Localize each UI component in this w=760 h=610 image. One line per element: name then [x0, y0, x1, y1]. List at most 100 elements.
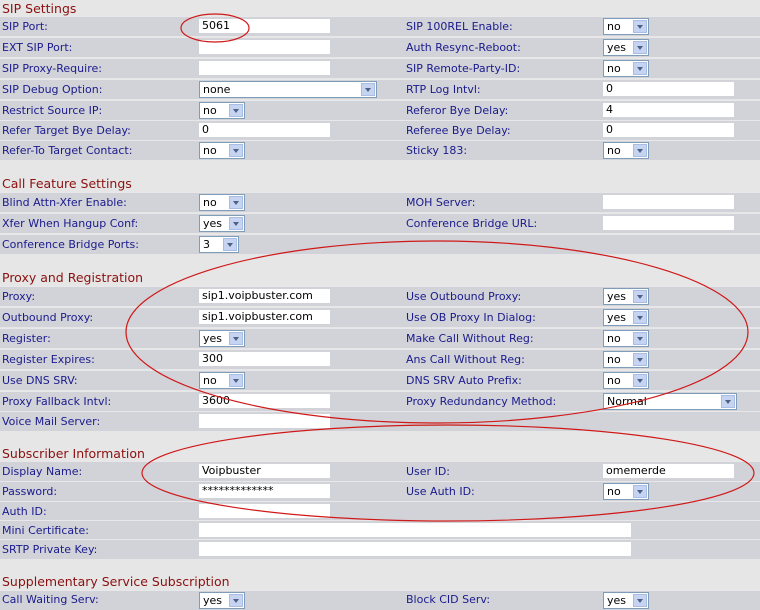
rtp-log-label: RTP Log Intvl:: [406, 83, 481, 96]
ans-without-reg-select[interactable]: no: [603, 351, 649, 368]
row-proxy-require: SIP Proxy-Require: SIP Remote-Party-ID: …: [0, 58, 760, 78]
dns-prefix-select[interactable]: no: [603, 372, 649, 389]
row-auth-id: Auth ID:: [0, 501, 760, 521]
ans-without-reg-value: no: [607, 353, 621, 366]
row-debug-option: SIP Debug Option: none RTP Log Intvl: 0: [0, 79, 760, 99]
referee-bye-label: Referee Bye Delay:: [406, 124, 511, 137]
chevron-down-icon: [633, 485, 647, 498]
chevron-down-icon: [633, 144, 647, 157]
auth-id-label: Auth ID:: [2, 505, 47, 518]
chevron-down-icon: [223, 238, 237, 251]
redundancy-value: Normal: [607, 395, 647, 408]
debug-option-select[interactable]: none: [199, 81, 377, 98]
password-input[interactable]: *************: [199, 484, 330, 498]
chevron-down-icon: [721, 395, 735, 408]
row-conf-ports: Conference Bridge Ports: 3: [0, 234, 760, 254]
chevron-down-icon: [633, 332, 647, 345]
mini-cert-input[interactable]: [199, 523, 631, 537]
blind-xfer-label: Blind Attn-Xfer Enable:: [2, 196, 127, 209]
use-outbound-value: yes: [607, 290, 627, 303]
referor-bye-label: Referor Bye Delay:: [406, 104, 509, 117]
dns-prefix-value: no: [607, 374, 621, 387]
chevron-down-icon: [633, 374, 647, 387]
sticky-183-value: no: [607, 144, 621, 157]
blind-xfer-value: no: [203, 196, 217, 209]
use-outbound-select[interactable]: yes: [603, 288, 649, 305]
use-ob-dialog-select[interactable]: yes: [603, 309, 649, 326]
sip-100rel-select[interactable]: no: [603, 18, 649, 35]
user-id-input[interactable]: omemerde: [603, 464, 734, 478]
auth-resync-select[interactable]: yes: [603, 39, 649, 56]
refer-target-bye-input[interactable]: 0: [199, 123, 330, 137]
section-title: Call Feature Settings: [2, 176, 132, 191]
row-display-name: Display Name: Voipbuster User ID: omemer…: [0, 461, 760, 481]
remote-party-value: no: [607, 62, 621, 75]
register-expires-input[interactable]: 300: [199, 352, 330, 366]
xfer-hangup-select[interactable]: yes: [199, 215, 245, 232]
ext-sip-port-input[interactable]: [199, 40, 330, 54]
auth-id-input[interactable]: [199, 504, 330, 518]
call-without-reg-value: no: [607, 332, 621, 345]
display-name-label: Display Name:: [2, 465, 83, 478]
row-srtp-key: SRTP Private Key:: [0, 539, 760, 559]
user-id-label: User ID:: [406, 465, 450, 478]
fallback-label: Proxy Fallback Intvl:: [2, 395, 112, 408]
remote-party-select[interactable]: no: [603, 60, 649, 77]
voicemail-input[interactable]: [199, 414, 330, 428]
row-blind-xfer: Blind Attn-Xfer Enable: no MOH Server:: [0, 192, 760, 212]
refer-target-bye-label: Refer Target Bye Delay:: [2, 124, 131, 137]
row-voicemail: Voice Mail Server:: [0, 411, 760, 431]
outbound-proxy-input[interactable]: sip1.voipbuster.com: [199, 310, 330, 324]
moh-server-input[interactable]: [603, 195, 734, 209]
call-without-reg-select[interactable]: no: [603, 330, 649, 347]
referor-bye-input[interactable]: 4: [603, 103, 734, 117]
chevron-down-icon: [633, 62, 647, 75]
proxy-input[interactable]: sip1.voipbuster.com: [199, 289, 330, 303]
fallback-input[interactable]: 3600: [199, 394, 330, 408]
redundancy-select[interactable]: Normal: [603, 393, 737, 410]
remote-party-label: SIP Remote-Party-ID:: [406, 62, 521, 75]
redundancy-label: Proxy Redundancy Method:: [406, 395, 557, 408]
conf-ports-select[interactable]: 3: [199, 236, 239, 253]
row-mini-cert: Mini Certificate:: [0, 520, 760, 540]
section-title: Proxy and Registration: [2, 270, 144, 285]
debug-option-value: none: [203, 83, 231, 96]
referee-bye-input[interactable]: 0: [603, 123, 734, 137]
refer-to-contact-select[interactable]: no: [199, 142, 245, 159]
chevron-down-icon: [633, 353, 647, 366]
chevron-down-icon: [229, 196, 243, 209]
register-select[interactable]: yes: [199, 330, 245, 347]
display-name-input[interactable]: Voipbuster: [199, 464, 330, 478]
dns-srv-select[interactable]: no: [199, 372, 245, 389]
chevron-down-icon: [229, 332, 243, 345]
password-label: Password:: [2, 485, 58, 498]
outbound-proxy-label: Outbound Proxy:: [2, 311, 94, 324]
chevron-down-icon: [633, 311, 647, 324]
sticky-183-label: Sticky 183:: [406, 144, 468, 157]
register-expires-label: Register Expires:: [2, 353, 95, 366]
row-password: Password: ************* Use Auth ID: no: [0, 481, 760, 501]
rtp-log-input[interactable]: 0: [603, 82, 734, 96]
sip-port-input[interactable]: 5061: [199, 19, 330, 33]
auth-resync-label: Auth Resync-Reboot:: [406, 41, 521, 54]
restrict-ip-select[interactable]: no: [199, 102, 245, 119]
blind-xfer-select[interactable]: no: [199, 194, 245, 211]
proxy-require-input[interactable]: [199, 61, 330, 75]
row-refer-to-contact: Refer-To Target Contact: no Sticky 183: …: [0, 140, 760, 160]
use-ob-dialog-value: yes: [607, 311, 627, 324]
srtp-key-label: SRTP Private Key:: [2, 543, 98, 556]
srtp-key-input[interactable]: [199, 542, 631, 556]
ans-without-reg-label: Ans Call Without Reg:: [406, 353, 525, 366]
conf-url-input[interactable]: [603, 216, 734, 230]
use-auth-id-select[interactable]: no: [603, 483, 649, 500]
auth-resync-value: yes: [607, 41, 627, 54]
chevron-down-icon: [229, 374, 243, 387]
sticky-183-select[interactable]: no: [603, 142, 649, 159]
use-auth-id-value: no: [607, 485, 621, 498]
row-sip-port: SIP Port: 5061 SIP 100REL Enable: no: [0, 16, 760, 36]
restrict-ip-value: no: [203, 104, 217, 117]
xfer-hangup-label: Xfer When Hangup Conf:: [2, 217, 139, 230]
dns-srv-label: Use DNS SRV:: [2, 374, 78, 387]
register-label: Register:: [2, 332, 51, 345]
row-ext-sip-port: EXT SIP Port: Auth Resync-Reboot: yes: [0, 37, 760, 57]
